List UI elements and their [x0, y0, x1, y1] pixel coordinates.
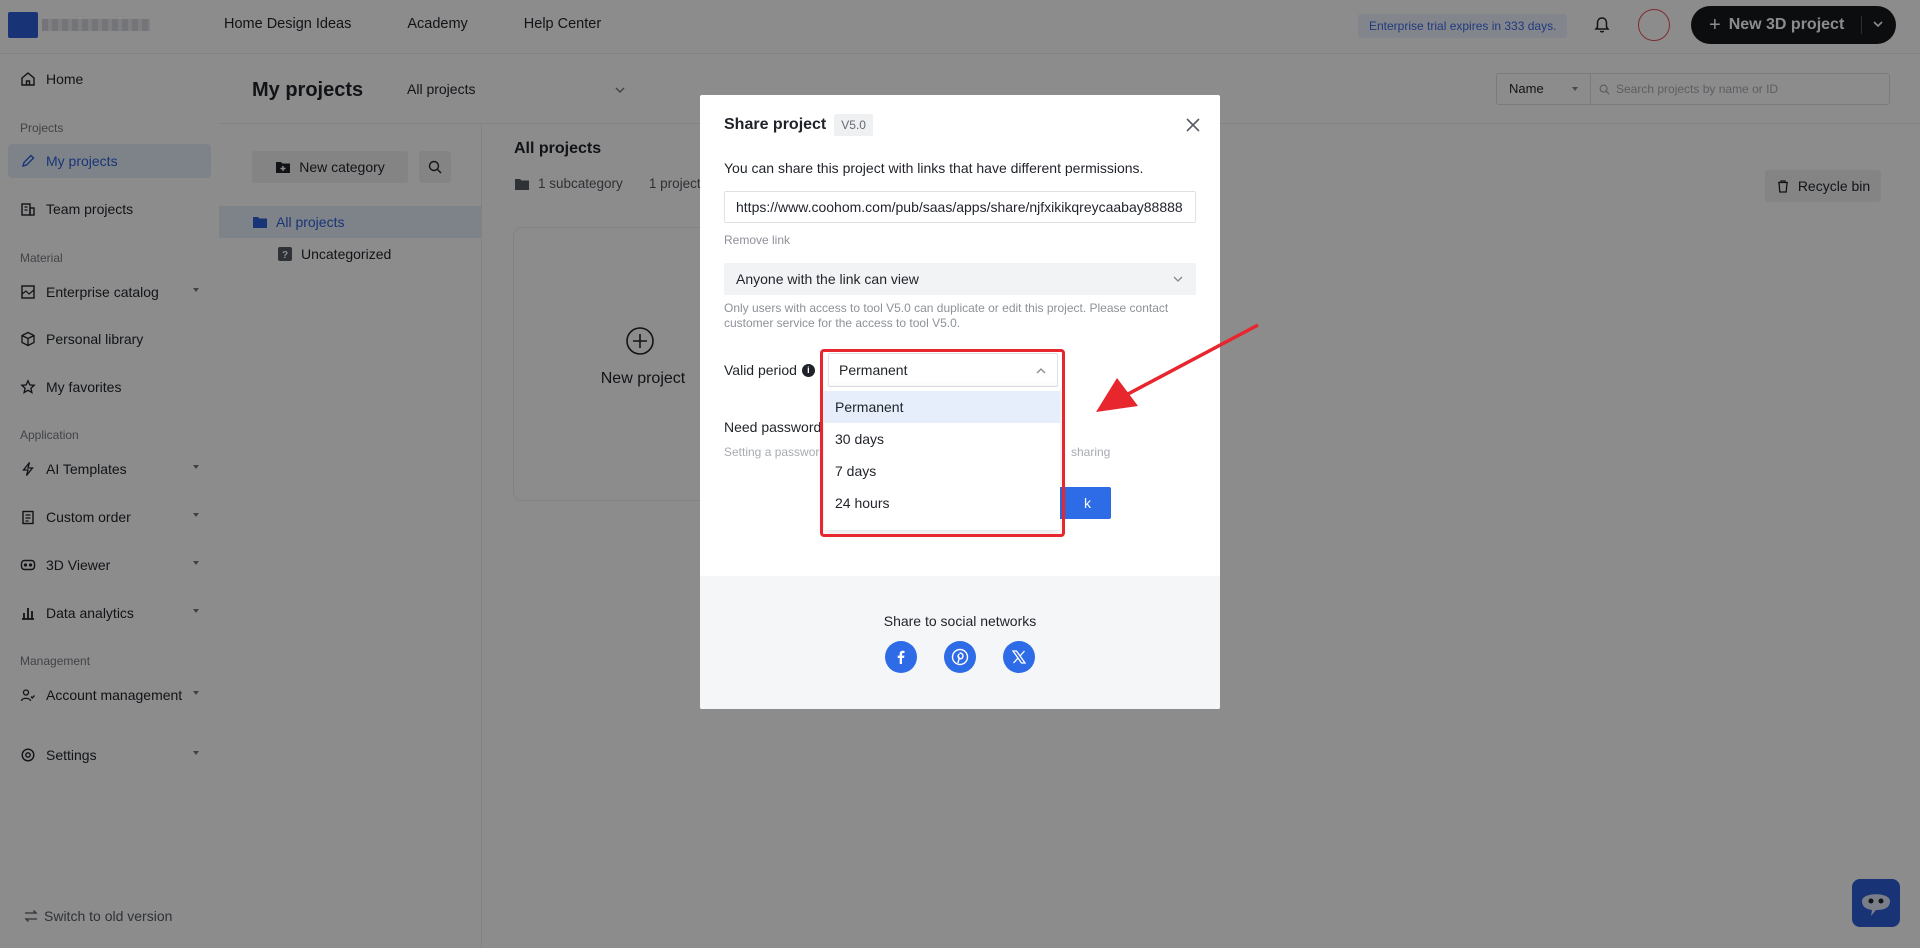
close-icon[interactable]: [1183, 115, 1203, 135]
pinterest-icon: [951, 648, 969, 666]
info-icon[interactable]: i: [801, 363, 815, 377]
x-twitter-icon: [1012, 650, 1026, 664]
share-social-title: Share to social networks: [883, 613, 1037, 629]
annotation-arrow: [1096, 323, 1259, 412]
password-hint-end: sharing: [1071, 445, 1111, 459]
remove-link[interactable]: Remove link: [724, 233, 790, 247]
modal-footer: Share to social networks: [700, 576, 1220, 709]
need-password-label: Need password: [724, 419, 822, 435]
permission-select[interactable]: Anyone with the link can view: [724, 263, 1196, 295]
version-badge: V5.0: [834, 114, 873, 136]
share-link-input[interactable]: [725, 192, 1195, 222]
facebook-icon: [897, 650, 905, 664]
pinterest-share-button[interactable]: [944, 641, 976, 673]
share-description: You can share this project with links th…: [724, 160, 1144, 176]
chevron-down-icon: [1173, 276, 1183, 282]
modal-title: Share project: [724, 116, 827, 133]
x-share-button[interactable]: [1003, 641, 1035, 673]
annotation-highlight-box: [820, 349, 1065, 537]
valid-period-text: Valid period: [724, 362, 797, 378]
share-link-field[interactable]: [724, 191, 1196, 223]
valid-period-label: Valid period i: [724, 362, 815, 378]
modal-header: Share project V5.0: [724, 114, 873, 136]
password-hint: Setting a passwor sharing: [724, 445, 1110, 459]
permission-value: Anyone with the link can view: [736, 271, 919, 287]
password-hint-start: Setting a passwor: [724, 445, 820, 459]
facebook-share-button[interactable]: [885, 641, 917, 673]
